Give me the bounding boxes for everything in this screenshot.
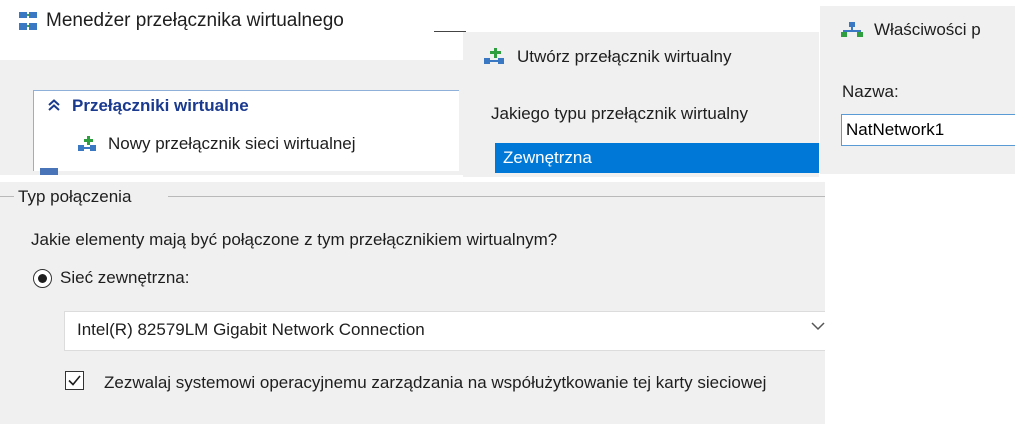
connection-type-group-label: Typ połączenia: [18, 187, 132, 206]
create-title-text: Utwórz przełącznik wirtualny: [517, 47, 732, 66]
checkmark-icon: [68, 375, 81, 386]
tree-item-new-switch[interactable]: Nowy przełącznik sieci wirtualnej: [76, 134, 356, 154]
name-input[interactable]: [841, 114, 1015, 146]
connection-question: Jakie elementy mają być połączone z tym …: [31, 230, 558, 249]
collapse-chevron-icon[interactable]: [48, 98, 60, 115]
external-network-label[interactable]: Sieć zewnętrzna:: [60, 268, 189, 288]
add-switch-icon: [483, 47, 507, 67]
tree-item-partial: [40, 168, 58, 175]
network-icon: [840, 21, 864, 39]
properties-title-text: Właściwości p: [874, 20, 981, 39]
switch-manager-icon: [18, 11, 38, 31]
allow-management-checkbox[interactable]: [65, 371, 84, 390]
create-virtual-switch-panel: Utwórz przełącznik wirtualny Jakiego typ…: [463, 32, 819, 177]
section-virtual-switches[interactable]: Przełączniki wirtualne: [48, 96, 249, 116]
radio-selected-dot: [37, 273, 47, 283]
properties-title: Właściwości p: [840, 20, 981, 40]
network-adapter-value: Intel(R) 82579LM Gigabit Network Connect…: [77, 320, 425, 339]
group-border-left: [0, 196, 14, 197]
group-border-right: [168, 196, 825, 197]
new-switch-label: Nowy przełącznik sieci wirtualnej: [108, 134, 356, 153]
create-title: Utwórz przełącznik wirtualny: [483, 47, 731, 67]
switch-type-option-external[interactable]: Zewnętrzna: [495, 143, 819, 173]
allow-management-label[interactable]: Zezwalaj systemowi operacyjnemu zarządza…: [104, 372, 819, 393]
manager-title-bar: Menedżer przełącznika wirtualnego: [18, 10, 344, 32]
manager-title: Menedżer przełącznika wirtualnego: [46, 10, 344, 31]
name-label: Nazwa:: [842, 82, 899, 101]
external-network-radio[interactable]: [33, 269, 52, 288]
section-header-label: Przełączniki wirtualne: [72, 96, 249, 115]
add-switch-icon: [76, 135, 100, 153]
switch-properties-panel: Właściwości p Nazwa:: [820, 6, 1015, 174]
manager-title-rule: [434, 31, 466, 32]
chevron-down-icon[interactable]: [811, 318, 825, 336]
virtual-switch-manager-window: Menedżer przełącznika wirtualnego Przełą…: [0, 0, 466, 175]
switch-type-question: Jakiego typu przełącznik wirtualny: [491, 104, 749, 123]
